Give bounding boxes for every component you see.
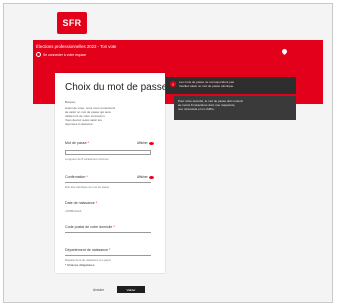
intro-line: Bonjour, <box>65 100 77 104</box>
error-alert: ! Les mots de passe ne correspondent pas… <box>166 77 296 94</box>
user-icon <box>36 52 41 57</box>
password-input[interactable] <box>65 150 151 155</box>
banner-subtitle-text: Se connecter à votre espace <box>43 52 87 57</box>
error-icon: ! <box>170 81 176 87</box>
tip-line: une minuscule et un chiffre. <box>178 107 215 111</box>
confirm-label-text: Confirmation <box>65 175 86 179</box>
birthplace-label: Département de naissance * <box>65 248 111 252</box>
intro-line: réponses ci-dessous. <box>65 122 94 126</box>
password-label: Mot de passe * <box>65 141 89 145</box>
password-form-card: Choix du mot de passe Bonjour, Avant de … <box>55 73 168 273</box>
birthplace-label-text: Département de naissance <box>65 248 108 252</box>
birthplace-input[interactable] <box>65 255 151 256</box>
birthdate-input[interactable]: JJ/MM/AAAA <box>65 209 81 213</box>
location-pin-icon <box>280 47 289 56</box>
banner-title: Élections professionnelles 2023 - Ton vo… <box>36 44 117 49</box>
password-tip: Pour votre sécurité, le mot de passe doi… <box>174 96 296 120</box>
alert-message: Les mots de passe ne correspondent pas V… <box>179 80 234 88</box>
birthdate-label: Date de naissance * <box>65 201 98 205</box>
city-input[interactable] <box>65 232 151 233</box>
page-title: Choix du mot de passe <box>65 82 168 93</box>
submit-button[interactable]: Valider <box>117 286 145 293</box>
show-confirm-toggle[interactable]: Afficher <box>137 175 154 179</box>
sfr-logo: SFR <box>57 12 87 34</box>
city-label: Code postal de votre domicile * <box>65 225 115 229</box>
tip-message: Pour votre sécurité, le mot de passe doi… <box>178 99 243 111</box>
city-label-text: Code postal de votre domicile <box>65 225 113 229</box>
password-hint: Longueur de 8 caractères minimum <box>65 157 109 161</box>
alert-line: Veuillez saisir un mot de passe identiqu… <box>179 84 235 88</box>
required-note: * Champs obligatoires <box>65 263 95 267</box>
eye-icon <box>148 141 154 145</box>
show-password-toggle[interactable]: Afficher <box>137 141 154 145</box>
eye-icon <box>148 175 154 179</box>
cancel-button[interactable]: Annuler <box>93 288 104 292</box>
confirm-label: Confirmation * <box>65 175 88 179</box>
confirm-input[interactable] <box>65 182 151 183</box>
show-confirm-label: Afficher <box>137 175 148 179</box>
show-password-label: Afficher <box>137 141 148 145</box>
birthplace-hint: Département de naissance (ou pays) <box>65 258 111 262</box>
password-label-text: Mot de passe <box>65 141 87 145</box>
banner-subtitle[interactable]: Se connecter à votre espace <box>36 52 86 57</box>
confirm-hint: Doit être identique au mot de passe <box>65 185 110 189</box>
birthdate-label-text: Date de naissance <box>65 201 95 205</box>
